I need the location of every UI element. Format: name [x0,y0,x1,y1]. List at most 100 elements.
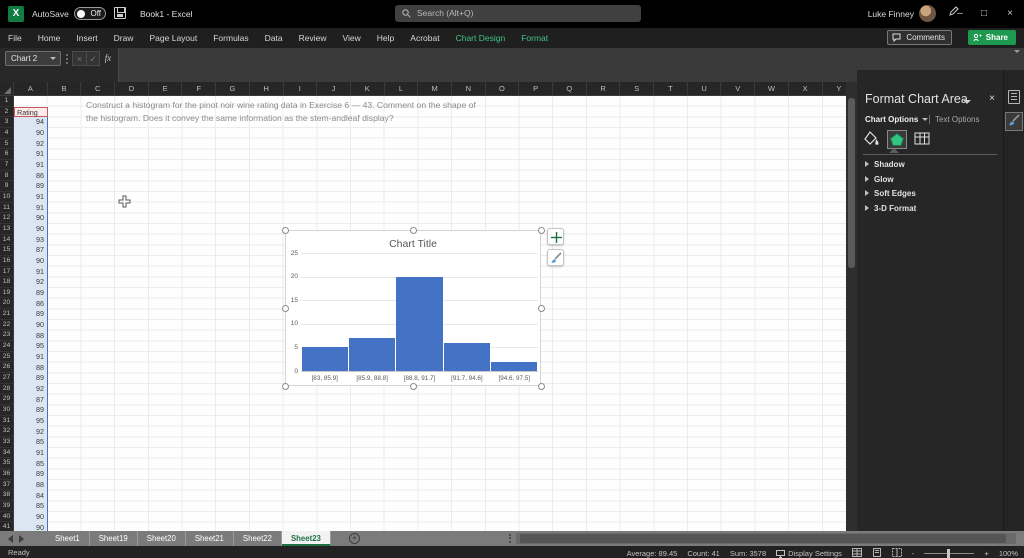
cell-a12[interactable]: 90 [14,213,48,224]
row-header-27[interactable]: 27 [0,373,13,384]
row-header-36[interactable]: 36 [0,469,13,480]
selection-handle[interactable] [410,383,417,390]
row-header-24[interactable]: 24 [0,341,13,352]
selection-handle[interactable] [538,227,545,234]
row-header-3[interactable]: 3 [0,117,13,128]
column-header-j[interactable]: J [317,82,351,95]
cell-a35[interactable]: 85 [14,458,48,470]
cell-a23[interactable]: 88 [14,330,48,342]
chart-title[interactable]: Chart Title [286,238,540,250]
sheet-nav-next-icon[interactable] [19,534,24,543]
cell-a36[interactable]: 89 [14,469,48,480]
column-header-d[interactable]: D [115,82,149,95]
cell-a2-rating[interactable]: Rating [14,106,48,118]
avatar[interactable] [919,5,936,22]
column-header-h[interactable]: H [250,82,284,95]
status-count[interactable]: Count: 41 [687,549,720,558]
column-header-q[interactable]: Q [553,82,587,95]
row-header-11[interactable]: 11 [0,203,13,214]
cell-a39[interactable]: 85 [14,501,48,512]
cell-a13[interactable]: 90 [14,223,48,235]
row-header-41[interactable]: 41 [0,522,13,531]
cell-a20[interactable]: 86 [14,298,48,310]
ribbon-tab-acrobat[interactable]: Acrobat [402,28,447,48]
display-settings-button[interactable]: Display Settings [776,549,842,558]
row-header-37[interactable]: 37 [0,480,13,491]
chart-bar[interactable] [443,342,491,371]
view-page-break-icon[interactable] [891,548,902,558]
column-header-x[interactable]: X [789,82,823,95]
chart-bar[interactable] [396,276,443,371]
horizontal-scrollbar[interactable] [516,533,1016,544]
cell-a10[interactable]: 91 [14,191,48,203]
vertical-scrollbar[interactable] [846,82,857,531]
sheet-tab-sheet19[interactable]: Sheet19 [90,531,138,546]
ribbon-tab-chart-design[interactable]: Chart Design [448,28,514,48]
column-header-g[interactable]: G [216,82,250,95]
cell-a21[interactable]: 89 [14,309,48,320]
cell-a31[interactable]: 95 [14,415,48,427]
select-all-corner[interactable] [0,82,14,95]
tab-chart-options[interactable]: Chart Options [865,115,929,124]
column-header-r[interactable]: R [587,82,621,95]
pane-section-shadow[interactable]: Shadow [865,160,905,169]
effects-icon[interactable] [887,130,907,149]
ribbon-tab-page-layout[interactable]: Page Layout [142,28,206,48]
row-header-13[interactable]: 13 [0,224,13,235]
zoom-slider-thumb[interactable] [947,549,951,558]
selection-handle[interactable] [282,227,289,234]
column-header-i[interactable]: I [284,82,318,95]
autosave-toggle[interactable]: Off [74,7,106,20]
row-header-23[interactable]: 23 [0,330,13,342]
cell-a5[interactable]: 92 [14,138,48,150]
row-header-29[interactable]: 29 [0,394,13,406]
column-header-b[interactable]: B [48,82,82,95]
row-header-28[interactable]: 28 [0,384,13,395]
cell-a34[interactable]: 91 [14,447,48,459]
sheet-tab-sheet20[interactable]: Sheet20 [138,531,186,546]
status-sum[interactable]: Sum: 3578 [730,549,766,558]
cell-a41[interactable]: 90 [14,522,48,531]
column-header-s[interactable]: S [620,82,655,95]
sheet-nav-prev-icon[interactable] [8,534,13,543]
chart-bar[interactable] [348,337,396,371]
save-icon[interactable] [114,7,126,19]
selection-handle[interactable] [410,227,417,234]
row-header-5[interactable]: 5 [0,139,13,150]
close-button[interactable]: × [998,0,1022,28]
ribbon-tab-formulas[interactable]: Formulas [205,28,256,48]
row-header-18[interactable]: 18 [0,277,13,288]
cell-a4[interactable]: 90 [14,127,48,139]
column-header-t[interactable]: T [654,82,688,95]
sheet-tab-sheet23[interactable]: Sheet23 [281,531,331,546]
pane-section-3-d-format[interactable]: 3-D Format [865,204,916,213]
pane-section-glow[interactable]: Glow [865,175,894,184]
cell-a25[interactable]: 91 [14,351,48,363]
tab-scroll-splitter[interactable] [509,534,511,543]
minimize-button[interactable]: – [948,0,972,28]
row-header-30[interactable]: 30 [0,405,13,416]
selection-handle[interactable] [282,305,289,312]
row-header-16[interactable]: 16 [0,256,13,267]
sheet-tab-sheet21[interactable]: Sheet21 [186,531,234,546]
insert-function-icon[interactable]: fx [101,51,115,66]
row-header-2[interactable]: 2 [0,107,13,118]
name-box-caret-icon[interactable] [50,57,56,60]
row-header-34[interactable]: 34 [0,448,13,459]
ribbon-tab-help[interactable]: Help [369,28,402,48]
size-properties-icon[interactable] [913,130,933,149]
column-header-k[interactable]: K [351,82,385,95]
row-header-10[interactable]: 10 [0,192,13,203]
zoom-level[interactable]: 100% [999,549,1018,558]
chart-bar[interactable] [491,361,538,371]
cell-a27[interactable]: 89 [14,373,48,384]
zoom-out-button[interactable]: - [912,549,915,558]
row-header-26[interactable]: 26 [0,362,13,374]
column-header-v[interactable]: V [721,82,756,95]
cell-a38[interactable]: 84 [14,490,48,502]
column-header-l[interactable]: L [385,82,419,95]
add-sheet-button[interactable]: + [348,533,360,544]
cell-a6[interactable]: 91 [14,149,48,160]
column-header-y[interactable]: Y [823,82,847,95]
cancel-icon[interactable]: × [72,51,86,66]
